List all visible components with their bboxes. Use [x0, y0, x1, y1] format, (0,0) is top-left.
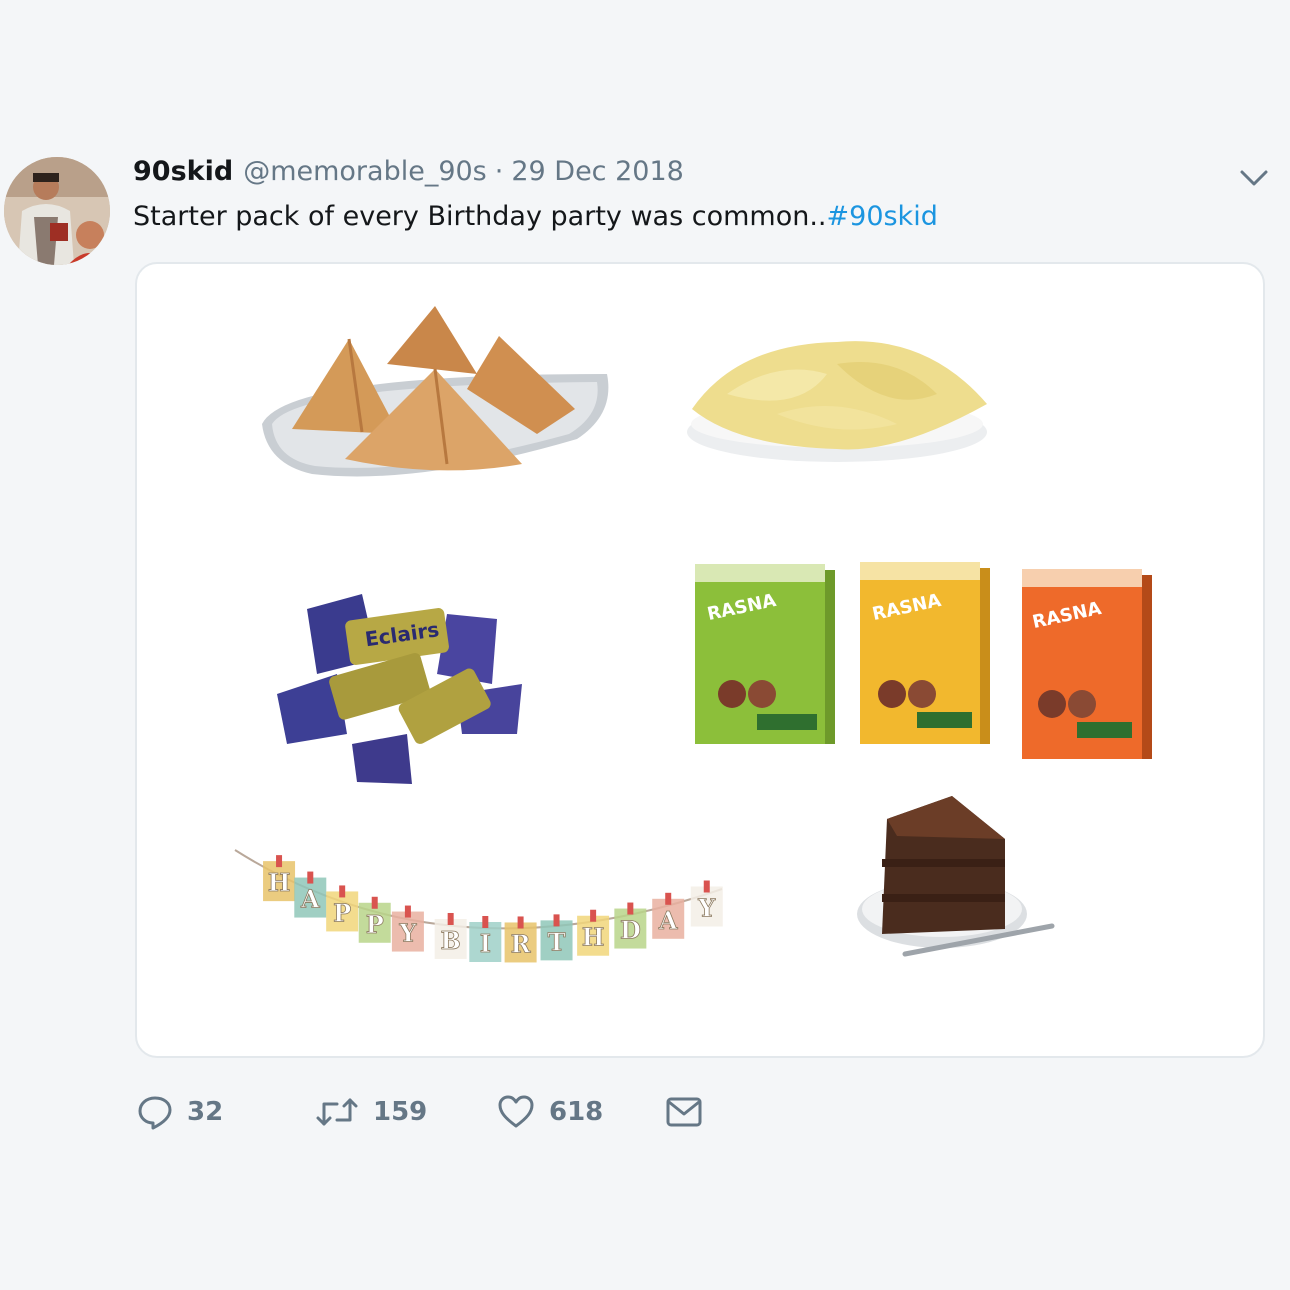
- avatar-image: [4, 157, 110, 265]
- banner-letter: A: [300, 885, 320, 914]
- chevron-down-icon[interactable]: [1236, 160, 1272, 196]
- reply-count: 32: [187, 1097, 224, 1127]
- banner-flag: T: [540, 914, 573, 961]
- hashtag-link[interactable]: #90skid: [827, 201, 938, 232]
- display-name[interactable]: 90skid: [133, 156, 233, 187]
- banner-letter: Y: [398, 919, 417, 948]
- banner-letter: R: [511, 929, 532, 958]
- separator-dot: ·: [494, 156, 504, 187]
- banner-flag: Y: [391, 905, 424, 952]
- banner-flag: Y: [690, 880, 723, 927]
- tweet-actions: 32 159 618: [137, 1088, 703, 1136]
- rasna-box-orange: RASNA: [1022, 569, 1152, 759]
- samosa-plate-image: [262, 306, 609, 477]
- banner-letter: A: [658, 906, 678, 935]
- envelope-icon: [665, 1095, 703, 1129]
- banner-flag: B: [434, 912, 467, 959]
- user-handle[interactable]: @memorable_90s: [243, 156, 487, 187]
- reply-icon: [137, 1094, 173, 1130]
- rasna-box-green: RASNA: [695, 564, 835, 744]
- banner-letter: P: [366, 910, 384, 939]
- heart-icon: [497, 1094, 535, 1130]
- rasna-box-yellow: RASNA: [860, 562, 990, 744]
- banner-letter: I: [480, 929, 491, 958]
- banner-flag: P: [326, 885, 359, 932]
- tweet-text: Starter pack of every Birthday party was…: [133, 197, 938, 237]
- banner-letter: H: [582, 923, 605, 952]
- tweet: 90skid @memorable_90s · 29 Dec 2018 Star…: [0, 0, 1290, 1290]
- tweet-body: Starter pack of every Birthday party was…: [133, 201, 827, 232]
- banner-letter: T: [548, 927, 566, 956]
- like-count: 618: [549, 1097, 604, 1127]
- starter-pack-image: Eclairs RASNA RASNA RASNA HA P P Y B I R…: [234, 306, 1152, 963]
- rasna-boxes-image: RASNA RASNA RASNA: [695, 562, 1152, 759]
- banner-flag: D: [614, 902, 647, 949]
- eclairs-candies-image: Eclairs: [277, 594, 522, 784]
- banner-flag: A: [652, 892, 685, 939]
- avatar[interactable]: [4, 157, 110, 265]
- banner-flag: H: [577, 909, 610, 956]
- chocolate-cake-image: [857, 796, 1055, 957]
- chips-plate-image: [687, 341, 987, 462]
- banner-letter: D: [620, 916, 641, 945]
- retweet-icon: [315, 1094, 359, 1130]
- banner-flag: I: [469, 915, 502, 962]
- banner-letter: P: [333, 898, 351, 927]
- banner-flag: A: [294, 871, 327, 918]
- banner-flag: H: [263, 855, 296, 902]
- banner-letter: H: [268, 868, 291, 897]
- retweet-count: 159: [373, 1097, 428, 1127]
- banner-flag: P: [358, 896, 391, 943]
- tweet-date[interactable]: 29 Dec 2018: [511, 156, 683, 187]
- banner-letter: B: [441, 926, 461, 955]
- tweet-header: 90skid @memorable_90s · 29 Dec 2018: [133, 156, 684, 196]
- happy-birthday-banner-image: HA P P Y B I R T H D A Y: [234, 849, 723, 963]
- direct-message-button[interactable]: [665, 1095, 703, 1129]
- like-button[interactable]: 618: [497, 1094, 665, 1130]
- banner-flag: R: [504, 916, 537, 963]
- reply-button[interactable]: 32: [137, 1094, 315, 1130]
- banner-letter: Y: [697, 894, 716, 923]
- tweet-media[interactable]: Eclairs RASNA RASNA RASNA H A P P Y B I …: [135, 262, 1265, 1058]
- retweet-button[interactable]: 159: [315, 1094, 497, 1130]
